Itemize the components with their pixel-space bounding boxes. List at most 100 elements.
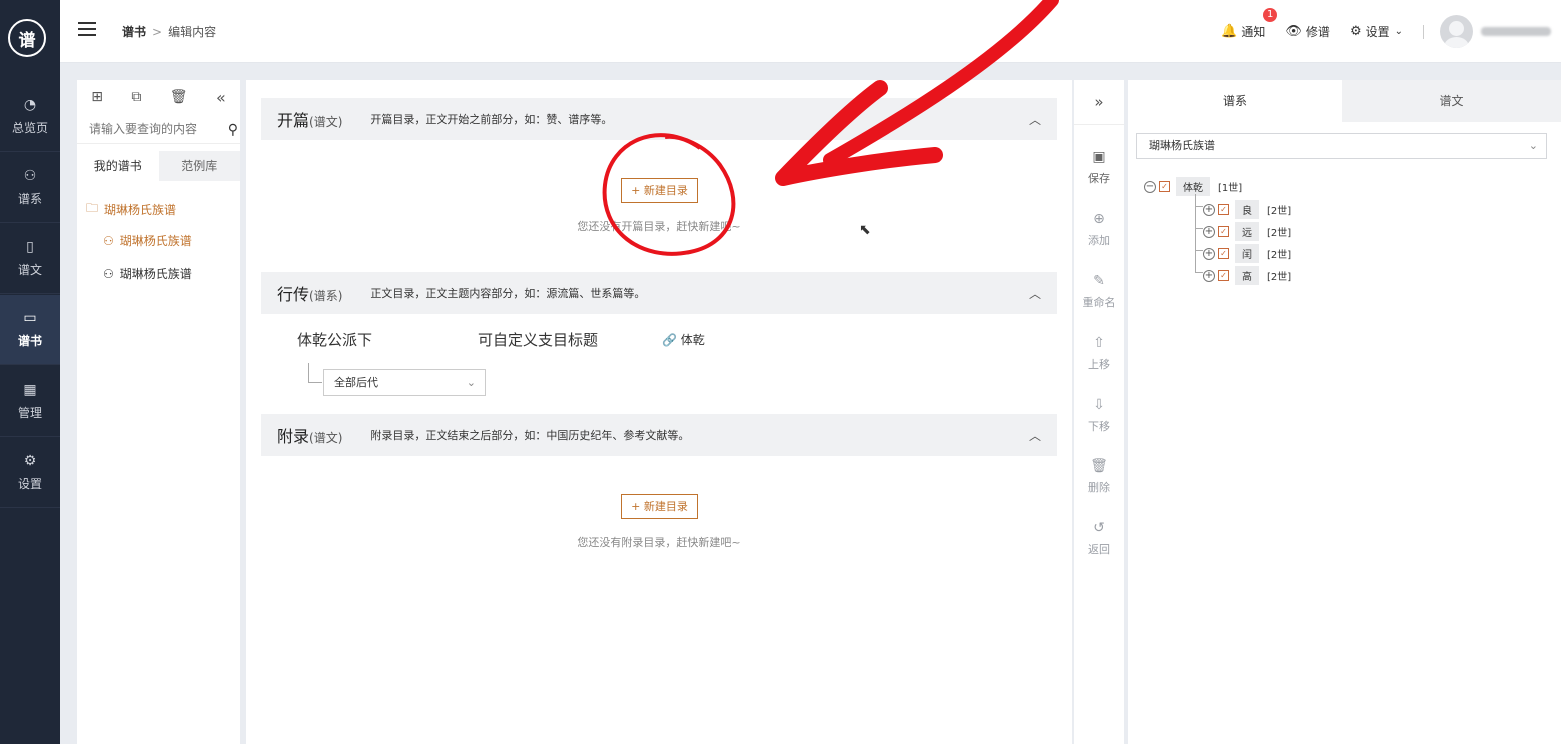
app-logo[interactable]: 谱: [8, 19, 46, 57]
new-opening-button[interactable]: + 新建目录: [621, 178, 698, 203]
member-name: 良: [1235, 200, 1259, 219]
expand-node-icon[interactable]: +: [1203, 225, 1215, 238]
lineage-root-node[interactable]: − ✓ 体乾 [1世]: [1144, 177, 1242, 196]
back-button[interactable]: ↺ 返回: [1074, 519, 1124, 557]
expand-node-icon[interactable]: +: [1203, 269, 1215, 282]
bell-icon: 🔔: [1221, 24, 1238, 39]
pie-chart-icon: ◔: [23, 97, 37, 113]
generation-label: [2世]: [1267, 272, 1292, 283]
add-book-icon[interactable]: ⊞: [91, 89, 103, 105]
nav-item-text[interactable]: ▯ 谱文: [0, 224, 60, 294]
lineage-child-node[interactable]: + ✓ 高 [2世]: [1203, 266, 1291, 285]
view-book-button[interactable]: 👁 修谱: [1285, 23, 1330, 40]
move-up-button[interactable]: ⇧ 上移: [1074, 334, 1124, 372]
tree-node[interactable]: ⚇ 瑚琳杨氏族谱: [103, 265, 192, 282]
rename-button[interactable]: ✎ 重命名: [1074, 272, 1124, 310]
generation-label: [2世]: [1267, 206, 1292, 217]
breadcrumb: 谱书 > 编辑内容: [122, 23, 216, 40]
search-input[interactable]: [77, 117, 207, 141]
chevron-up-icon[interactable]: ︿: [1029, 427, 1041, 444]
descendant-select[interactable]: 全部后代 ⌄: [323, 369, 486, 396]
tab-text[interactable]: 谱文: [1342, 80, 1561, 122]
tree-node-root[interactable]: 🗀 瑚琳杨氏族谱: [86, 199, 176, 220]
book-tree-panel: ⊞ ⧉ 🗑 « ⚲ 我的谱书 范例库 🗀瑚琳杨氏族谱 ⚇瑚琳杨氏族谱 ⚇瑚琳杨氏…: [77, 80, 240, 744]
action-toolbar: » ▣ 保存 ⊕ 添加 ✎ 重命名 ⇧ 上移 ⇩ 下移 🗑 删除 ↺ 返回: [1074, 80, 1124, 744]
link-icon: 🔗: [662, 333, 677, 347]
back-icon: ↺: [1093, 520, 1105, 536]
move-down-button[interactable]: ⇩ 下移: [1074, 396, 1124, 434]
chevron-down-icon: ⌄: [1394, 26, 1403, 37]
edit-icon: ✎: [1093, 273, 1105, 289]
member-name: 远: [1235, 222, 1259, 241]
section-title: 附录(谱文): [277, 427, 343, 446]
lineage-child-node[interactable]: + ✓ 远 [2世]: [1203, 222, 1291, 241]
tree-line: [1195, 206, 1203, 207]
chevron-up-icon[interactable]: ︿: [1029, 111, 1041, 128]
trash-icon: 🗑: [1090, 458, 1108, 474]
tree-tabs: 我的谱书 范例库: [77, 151, 240, 181]
search-icon[interactable]: ⚲: [228, 122, 238, 138]
tree-line: [1195, 272, 1203, 273]
generation-label: [1世]: [1218, 183, 1243, 194]
generation-label: [2世]: [1267, 250, 1292, 261]
add-button[interactable]: ⊕ 添加: [1074, 210, 1124, 248]
menu-toggle-icon[interactable]: [78, 22, 96, 40]
new-appendix-button[interactable]: + 新建目录: [621, 494, 698, 519]
notification-button[interactable]: 🔔 通知 1: [1221, 8, 1278, 40]
save-button[interactable]: ▣ 保存: [1074, 148, 1124, 186]
family-select[interactable]: 瑚琳杨氏族谱 ⌄: [1136, 133, 1547, 159]
section-opening-header[interactable]: 开篇(谱文) 开篇目录，正文开始之前部分，如：赞、谱序等。 ︿: [261, 98, 1057, 140]
breadcrumb-root[interactable]: 谱书: [122, 25, 146, 39]
lineage-tabs: 谱系 谱文: [1128, 80, 1561, 122]
checkbox[interactable]: ✓: [1218, 204, 1229, 215]
checkbox[interactable]: ✓: [1218, 248, 1229, 259]
tree-line: [1195, 250, 1203, 251]
tree-node-selected[interactable]: ⚇ 瑚琳杨氏族谱: [103, 232, 192, 249]
checkbox[interactable]: ✓: [1218, 270, 1229, 281]
checkbox[interactable]: ✓: [1159, 181, 1170, 192]
expand-icon[interactable]: »: [1074, 80, 1124, 125]
nav-item-manage[interactable]: ▦ 管理: [0, 367, 60, 437]
tree-line: [1195, 228, 1203, 229]
section-title: 行传(谱系): [277, 285, 343, 304]
content-editor: 开篇(谱文) 开篇目录，正文开始之前部分，如：赞、谱序等。 ︿ + 新建目录 您…: [246, 80, 1072, 744]
member-name: 高: [1235, 266, 1259, 285]
save-icon: ▣: [1092, 149, 1106, 165]
tab-examples[interactable]: 范例库: [158, 151, 240, 181]
section-desc: 开篇目录，正文开始之前部分，如：赞、谱序等。: [370, 113, 613, 126]
ancestor-link[interactable]: 🔗 体乾: [662, 331, 705, 348]
section-body-header[interactable]: 行传(谱系) 正文目录，正文主题内容部分，如：源流篇、世系篇等。 ︿: [261, 272, 1057, 314]
tab-lineage[interactable]: 谱系: [1128, 80, 1342, 122]
expand-node-icon[interactable]: +: [1203, 203, 1215, 216]
mouse-cursor: ⬉: [859, 222, 871, 238]
collapse-node-icon[interactable]: −: [1144, 180, 1156, 193]
custom-subtitle[interactable]: 可自定义支目标题: [478, 329, 598, 350]
nav-item-book[interactable]: ▭ 谱书: [0, 295, 60, 365]
section-appendix-header[interactable]: 附录(谱文) 附录目录，正文结束之后部分，如：中国历史纪年、参考文献等。 ︿: [261, 414, 1057, 456]
trash-icon[interactable]: 🗑: [170, 89, 188, 105]
tree-search: ⚲: [77, 117, 240, 144]
generation-label: [2世]: [1267, 228, 1292, 239]
expand-node-icon[interactable]: +: [1203, 247, 1215, 260]
document-icon: ▯: [26, 239, 34, 255]
nav-item-settings[interactable]: ⚙ 设置: [0, 438, 60, 508]
copy-icon[interactable]: ⧉: [131, 89, 141, 105]
chapter-title[interactable]: 体乾公派下: [297, 329, 372, 350]
collapse-icon[interactable]: «: [216, 88, 226, 107]
tree-icon: ⚇: [23, 168, 37, 184]
lineage-child-node[interactable]: + ✓ 良 [2世]: [1203, 200, 1291, 219]
user-name-blurred[interactable]: [1481, 27, 1551, 36]
top-header: 谱书 > 编辑内容 🔔 通知 1 👁 修谱 ⚙ 设置 ⌄: [60, 0, 1561, 63]
member-name: 闰: [1235, 244, 1259, 263]
delete-button[interactable]: 🗑 删除: [1074, 457, 1124, 495]
settings-dropdown[interactable]: ⚙ 设置 ⌄: [1350, 23, 1403, 40]
nav-item-lineage[interactable]: ⚇ 谱系: [0, 153, 60, 223]
chevron-down-icon: ⌄: [466, 376, 476, 389]
tab-my-books[interactable]: 我的谱书: [77, 151, 159, 181]
nav-item-overview[interactable]: ◔ 总览页: [0, 82, 60, 152]
lineage-panel: 谱系 谱文 瑚琳杨氏族谱 ⌄ − ✓ 体乾 [1世] + ✓ 良 [2世] + ✓ 远[…: [1128, 80, 1561, 744]
user-avatar[interactable]: [1440, 15, 1473, 48]
chevron-up-icon[interactable]: ︿: [1029, 285, 1041, 302]
lineage-child-node[interactable]: + ✓ 闰 [2世]: [1203, 244, 1291, 263]
checkbox[interactable]: ✓: [1218, 226, 1229, 237]
